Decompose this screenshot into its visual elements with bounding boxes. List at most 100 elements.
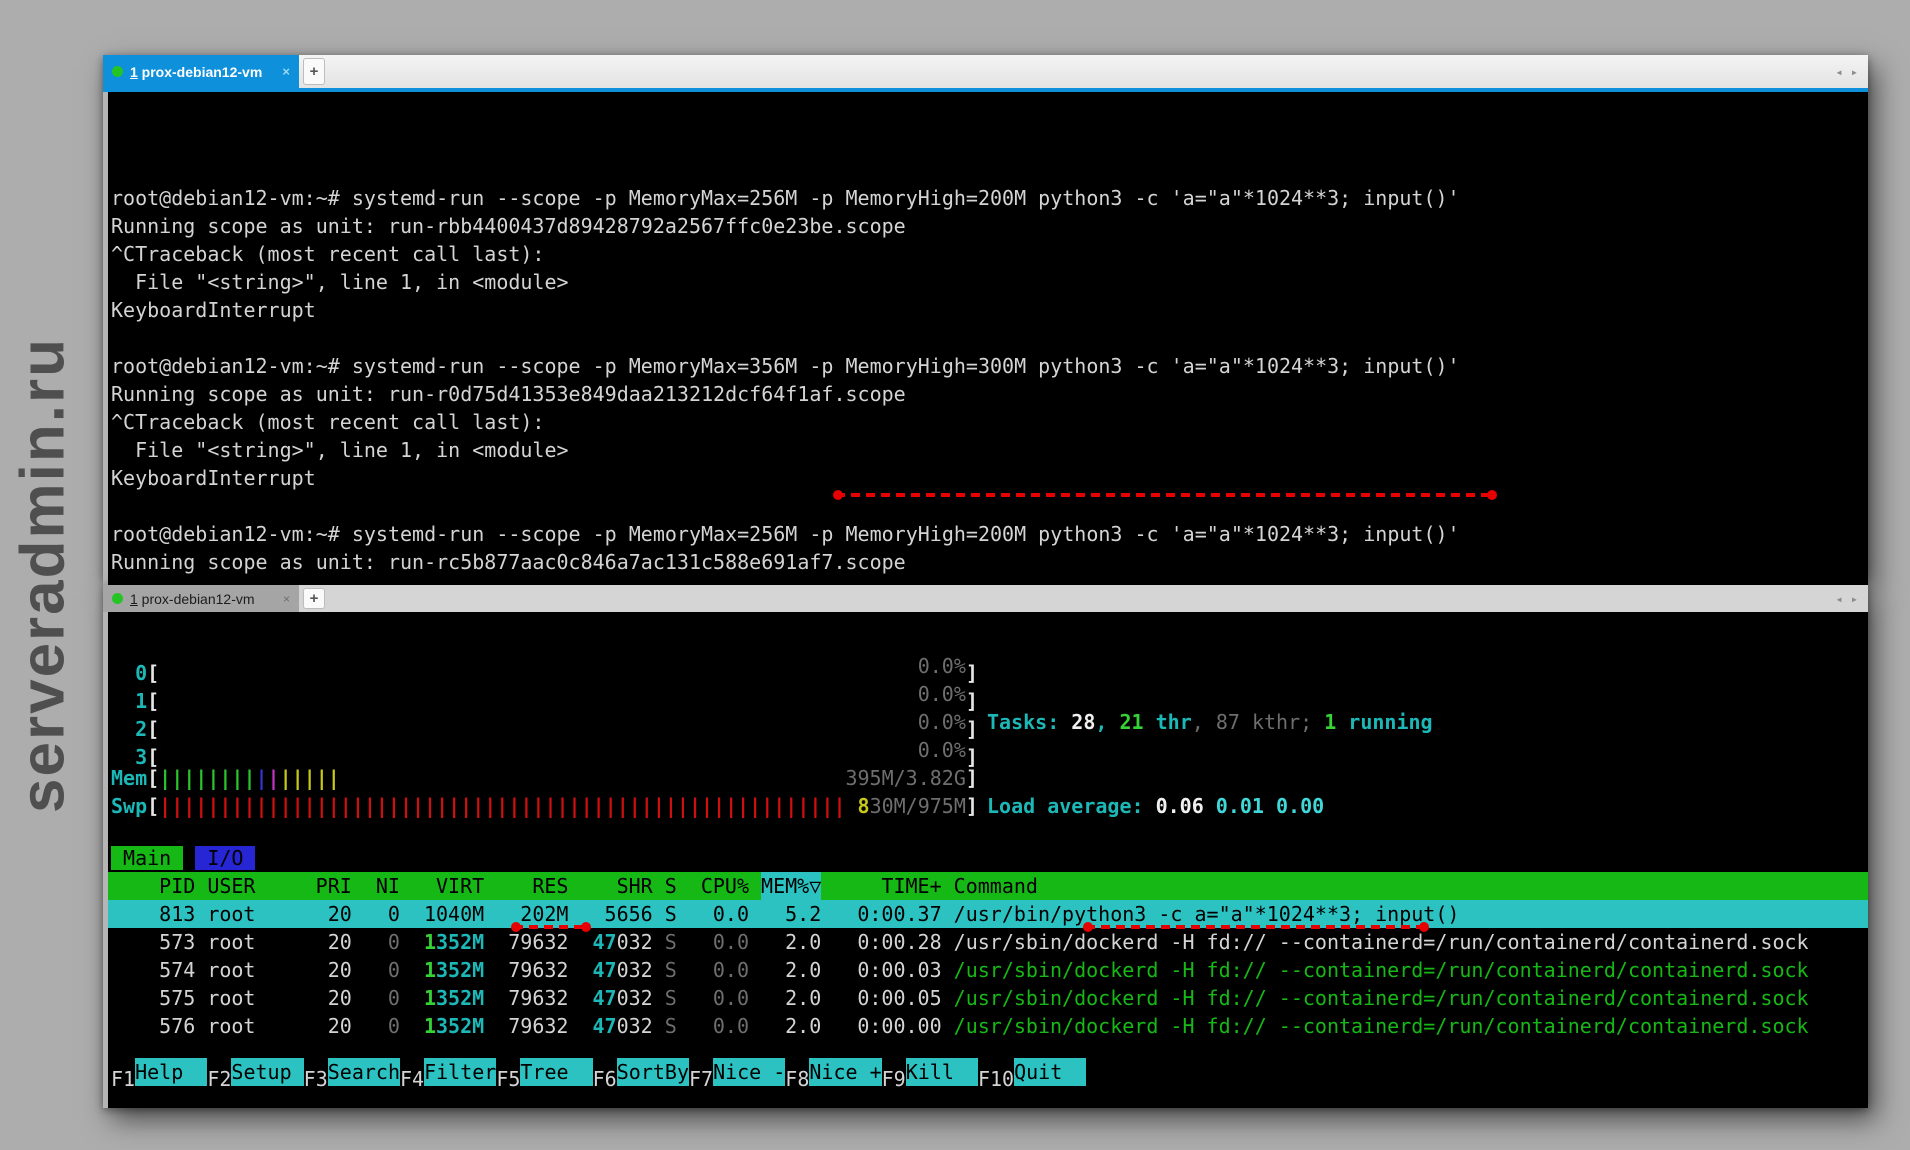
column-header-virt[interactable]: VIRT: [412, 872, 484, 900]
red-bar: ||||||||||||||||||||||||||||||||||||||||…: [159, 792, 845, 820]
cell-shr: 47032: [580, 928, 652, 956]
process-row-573[interactable]: 573root2001352M7963247032S0.02.00:00.28/…: [108, 928, 1868, 956]
fkey-F7[interactable]: F7Nice -: [689, 1058, 785, 1086]
column-header-cpu[interactable]: CPU%: [689, 872, 749, 900]
fkey-label: F1: [111, 1067, 135, 1091]
column-header-res[interactable]: RES: [496, 872, 568, 900]
fkey-F5[interactable]: F5Tree: [496, 1058, 592, 1086]
process-row-576[interactable]: 576root2001352M7963247032S0.02.00:00.00/…: [108, 1012, 1868, 1040]
cell-cpu: 0.0: [689, 984, 749, 1012]
cell-cmd: /usr/sbin/dockerd -H fd:// --containerd=…: [954, 1012, 1868, 1040]
cpu-value: 0.0%: [918, 708, 966, 736]
process-row-574[interactable]: 574root2001352M7963247032S0.02.00:00.03/…: [108, 956, 1868, 984]
process-row-575[interactable]: 575root2001352M7963247032S0.02.00:00.05/…: [108, 984, 1868, 1012]
htop-screen-tabs: Main I/O: [111, 844, 255, 872]
meter-body: |||||||||||||||395M/3.82G: [159, 764, 966, 792]
close-icon[interactable]: ×: [282, 64, 290, 79]
tab-main[interactable]: Main: [111, 846, 183, 870]
cell-pid: 576: [111, 1012, 195, 1040]
fkey-action: SortBy: [617, 1058, 689, 1086]
column-header-time[interactable]: TIME+: [833, 872, 941, 900]
cpu-meter-1: 1[0.0%]: [111, 680, 978, 708]
meter-bracket: ]: [966, 794, 978, 818]
terminal-line: root@debian12-vm:~# systemd-run --scope …: [111, 184, 1868, 212]
fkey-F2[interactable]: F2Setup: [207, 1058, 303, 1086]
cpu-meter-0: 0[0.0%]: [111, 652, 978, 680]
cell-user: root: [207, 984, 315, 1012]
cell-virt: 1352M: [412, 928, 484, 956]
cell-pid: 574: [111, 956, 195, 984]
fkey-F3[interactable]: F3Search: [304, 1058, 400, 1086]
column-header-cmd[interactable]: Command: [954, 872, 1868, 900]
cell-ni: 0: [364, 928, 400, 956]
terminal-output-top[interactable]: root@debian12-vm:~# systemd-run --scope …: [103, 92, 1868, 616]
tab-prox-debian12-vm-bottom[interactable]: 1 prox-debian12-vm ×: [103, 585, 299, 612]
cell-virt: 1352M: [412, 956, 484, 984]
tab-bar-bottom: 1 prox-debian12-vm × + ◂ ▸: [103, 585, 1868, 612]
fkey-label: F9: [882, 1067, 906, 1091]
fkey-action: Quit: [1014, 1058, 1086, 1086]
fkey-F8[interactable]: F8Nice +: [785, 1058, 881, 1086]
tab-scroll-left-icon[interactable]: ◂: [1836, 65, 1843, 79]
fkey-action: Kill: [906, 1058, 978, 1086]
cell-ni: 0: [364, 984, 400, 1012]
cell-pid: 813: [111, 900, 195, 928]
cell-s: S: [665, 1012, 677, 1040]
fkey-F6[interactable]: F6SortBy: [593, 1058, 689, 1086]
meter-body: 0.0%: [159, 736, 966, 764]
fkey-action: Search: [328, 1058, 400, 1086]
cell-virt: 1040M: [412, 900, 484, 928]
fkey-F9[interactable]: F9Kill: [882, 1058, 978, 1086]
column-header-pid[interactable]: PID: [111, 872, 195, 900]
green-bar: ||||||||: [159, 764, 255, 792]
annotation-underline-res-202m: [514, 925, 588, 929]
htop-screen[interactable]: 0[0.0%]1[0.0%]2[0.0%]3[0.0%]Mem[||||||||…: [103, 612, 1868, 1108]
close-icon[interactable]: ×: [283, 592, 290, 606]
tab-scroll-controls: ◂ ▸: [1836, 585, 1858, 612]
tab-prox-debian12-vm-top[interactable]: 1 prox-debian12-vm ×: [103, 55, 299, 88]
column-header-user[interactable]: USER: [207, 872, 315, 900]
fkey-F10[interactable]: F10Quit: [978, 1058, 1086, 1086]
terminal-line: root@debian12-vm:~# systemd-run --scope …: [111, 520, 1868, 548]
column-header-s[interactable]: S: [665, 872, 677, 900]
column-header-ni[interactable]: NI: [364, 872, 400, 900]
fkey-F1[interactable]: F1Help: [111, 1058, 207, 1086]
cell-virt: 1352M: [412, 1012, 484, 1040]
cell-mem: 2.0: [761, 984, 821, 1012]
cell-pid: 575: [111, 984, 195, 1012]
terminal-line: Running scope as unit: run-r0d75d41353e8…: [111, 380, 1868, 408]
cell-s: S: [665, 984, 677, 1012]
column-header-shr[interactable]: SHR: [580, 872, 652, 900]
tab-io[interactable]: I/O: [195, 846, 255, 870]
meter-body: 0.0%: [159, 652, 966, 680]
process-table-header[interactable]: PID USERPRI NI VIRT RES SHR S CPU% MEM%▽ TIME+ Com…: [108, 872, 1868, 900]
cell-res: 79632: [496, 984, 568, 1012]
new-tab-button[interactable]: +: [303, 588, 325, 609]
column-header-mem[interactable]: MEM%▽: [761, 872, 821, 900]
cell-pri: 20: [316, 1012, 352, 1040]
meter-label: Mem: [111, 764, 147, 792]
tab-scroll-right-icon[interactable]: ▸: [1851, 65, 1858, 79]
process-row-813[interactable]: 813root2001040M202M5656S0.05.20:00.37/us…: [108, 900, 1868, 928]
tab-scroll-left-icon[interactable]: ◂: [1836, 592, 1843, 606]
cell-shr: 5656: [580, 900, 652, 928]
tab-scroll-right-icon[interactable]: ▸: [1851, 592, 1858, 606]
terminal-line: KeyboardInterrupt: [111, 464, 1868, 492]
cell-shr: 47032: [580, 1012, 652, 1040]
cell-shr: 47032: [580, 984, 652, 1012]
new-tab-button[interactable]: +: [303, 58, 325, 85]
fkey-label: F5: [496, 1067, 520, 1091]
desktop: serveradmin.ru 1 prox-debian12-vm × + ◂ …: [0, 0, 1910, 1150]
meter-bracket: [: [147, 766, 159, 790]
fkey-F4[interactable]: F4Filter: [400, 1058, 496, 1086]
fkey-label: F10: [978, 1067, 1014, 1091]
cell-cpu: 0.0: [689, 956, 749, 984]
cell-res: 202M: [496, 900, 568, 928]
fkey-label: F8: [785, 1067, 809, 1091]
meter-bracket: ]: [966, 766, 978, 790]
column-header-pri[interactable]: PRI: [316, 872, 352, 900]
cpu-value: 0.0%: [918, 680, 966, 708]
load-average-line: Load average: 0.06 0.01 0.00: [987, 792, 1433, 820]
terminal-window-top: 1 prox-debian12-vm × + ◂ ▸ root@debian12…: [103, 55, 1868, 580]
cell-pri: 20: [316, 956, 352, 984]
